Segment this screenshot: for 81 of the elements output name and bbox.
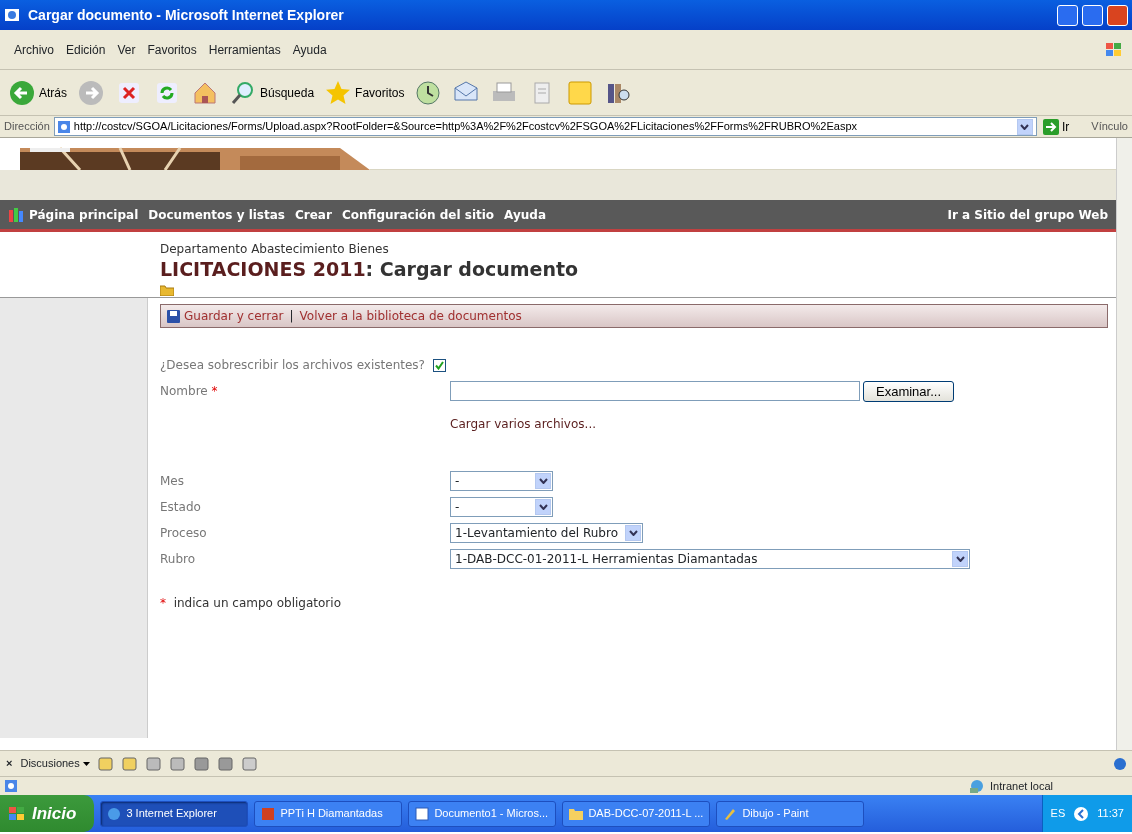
windows-logo-icon: [1104, 40, 1124, 59]
address-label: Dirección: [4, 119, 50, 135]
dropdown[interactable]: 1-Levantamiento del Rubro: [450, 523, 643, 543]
breadcrumb-link[interactable]: Departamento Abastecimiento Bienes: [160, 240, 1116, 258]
discussion-tool-icon[interactable]: [121, 755, 138, 772]
check-icon: [434, 360, 444, 370]
minimize-button[interactable]: [1057, 4, 1078, 26]
links-label[interactable]: Vínculo: [1091, 118, 1128, 135]
back-button[interactable]: Atrás: [6, 76, 69, 109]
document-icon: [415, 806, 430, 821]
favorites-button[interactable]: Favoritos: [322, 76, 407, 109]
nav-link[interactable]: Configuración del sitio: [341, 205, 495, 224]
upload-multiple-link[interactable]: Cargar varios archivos...: [450, 415, 596, 433]
action-link[interactable]: Guardar y cerrar: [167, 307, 284, 325]
site-icon: [8, 206, 24, 223]
window-icon: [4, 7, 20, 23]
checkbox[interactable]: [432, 358, 446, 372]
nav-link[interactable]: Ayuda: [504, 205, 546, 224]
taskbar-button[interactable]: 3 Internet Explorer: [100, 800, 249, 827]
link-separator-text: |: [289, 308, 294, 325]
security-zone: Intranet local: [990, 778, 1053, 794]
field-label: Mes: [160, 473, 185, 490]
discussion-tool-icon[interactable]: [97, 755, 114, 772]
go-button[interactable]: Ir: [1040, 115, 1072, 138]
help-icon: [1114, 757, 1126, 770]
discussion-tool-icon[interactable]: [241, 755, 258, 772]
taskbar-button[interactable]: Documento1 - Micros...: [408, 800, 557, 827]
field-label: Nombre *: [160, 383, 219, 400]
paint-icon: [723, 806, 738, 821]
taskbar-button[interactable]: PPTi H Diamantadas: [254, 800, 403, 827]
history-icon: [414, 78, 443, 107]
folder-icon: [569, 806, 584, 821]
page-title: LICITACIONES 2011: Cargar documento: [160, 258, 580, 281]
dropdown[interactable]: -: [450, 471, 553, 491]
dropdown[interactable]: 1-DAB-DCC-01-2011-L Herramientas Diamantadas: [450, 549, 970, 569]
network-icon: [968, 779, 986, 793]
field-label: Rubro: [160, 551, 197, 568]
page-icon: [56, 119, 71, 134]
menu-item[interactable]: Ayuda: [286, 40, 333, 59]
windows-logo-icon: [8, 805, 26, 822]
nav-link[interactable]: Página principal: [29, 205, 139, 224]
nav-link[interactable]: Crear: [295, 205, 332, 224]
menu-item[interactable]: Ver: [111, 40, 142, 59]
menu-item[interactable]: Herramientas: [202, 40, 287, 59]
scrollbar[interactable]: [1116, 138, 1132, 750]
start-button[interactable]: Inicio: [0, 795, 95, 832]
chevron-icon[interactable]: [1073, 805, 1090, 822]
note-icon: [566, 78, 595, 107]
maximize-button[interactable]: [1082, 4, 1103, 26]
taskbar-button[interactable]: DAB-DCC-07-2011-L ...: [562, 800, 711, 827]
discussion-tool-icon[interactable]: [169, 755, 186, 772]
action-link[interactable]: Volver a la biblioteca de documentos: [299, 307, 522, 325]
nav-link[interactable]: Ir a Sitio del grupo Web: [947, 205, 1108, 224]
field-label: ¿Desea sobrescribir los archivos existentes?: [160, 357, 425, 374]
address-field[interactable]: http://costcv/SGOA/Licitaciones/Forms/Upload.aspx?RootFolder=&Source=http%3A%2F%2Fcostcv%2FSGOA%2FLicitaciones%2FForms%2FRUBRO%2Easpx: [53, 117, 1037, 136]
caret-icon: [82, 762, 90, 767]
field-label: Proceso: [160, 525, 208, 542]
nav-link[interactable]: Documentos y listas: [148, 205, 285, 224]
menu-item[interactable]: Archivo: [8, 40, 60, 59]
browser-icon: [107, 806, 122, 821]
field-label: Estado: [160, 499, 202, 516]
presentation-icon: [261, 806, 276, 821]
close-button[interactable]: ×: [6, 755, 13, 772]
discussions-menu[interactable]: Discusiones: [20, 755, 90, 772]
dropdown[interactable]: -: [450, 497, 553, 517]
menu-item[interactable]: Edición: [60, 40, 112, 59]
browse-button[interactable]: Examinar...: [863, 380, 955, 402]
file-path-field[interactable]: [450, 381, 860, 401]
page-icon: [4, 779, 18, 793]
menu-item[interactable]: Favoritos: [141, 40, 203, 59]
go-arrow-icon: [1042, 118, 1059, 135]
window-title: Cargar documento - Microsoft Internet Explorer: [28, 5, 344, 25]
search-button[interactable]: Búsqueda: [227, 76, 317, 109]
clock: 11:37: [1097, 806, 1124, 822]
discussion-tool-icon[interactable]: [217, 755, 234, 772]
discussion-tool-icon[interactable]: [145, 755, 162, 772]
taskbar-button[interactable]: Dibujo - Paint: [716, 800, 865, 827]
required-note: * indica un campo obligatorio: [160, 595, 342, 612]
discussion-tool-icon[interactable]: [193, 755, 210, 772]
folder-icon: [160, 284, 174, 296]
close-button[interactable]: [1107, 4, 1128, 26]
